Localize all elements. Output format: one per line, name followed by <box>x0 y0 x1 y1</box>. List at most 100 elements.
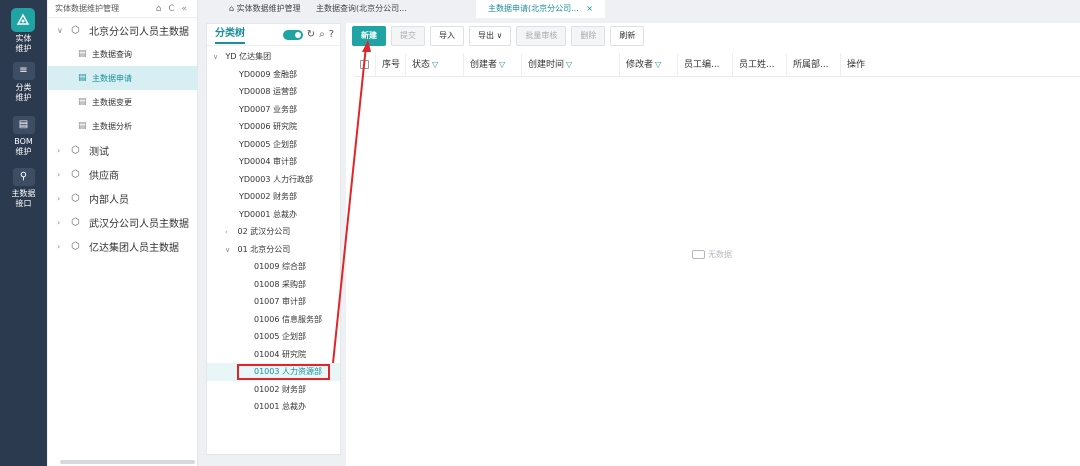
tree-body: ∨ YD 亿达集团 YD0009 金融部 YD0008 运营部 YD0007 业务部… <box>207 46 340 416</box>
tab-label: 实体数据维护管理 <box>236 4 301 13</box>
filter-icon[interactable]: ▽ <box>655 60 661 69</box>
rail-label: 实体 维护 <box>15 34 32 53</box>
col-index[interactable]: 序号 <box>376 52 406 77</box>
app-logo-icon[interactable] <box>11 8 35 32</box>
tree-node-yd-dept[interactable]: YD0008 运营部 <box>207 83 340 101</box>
close-icon[interactable]: × <box>586 4 593 13</box>
refresh-icon[interactable]: ↻ <box>307 29 315 40</box>
tree-node-label: YD0002 财务部 <box>239 192 297 201</box>
submit-button[interactable]: 提交 <box>391 26 425 46</box>
search-icon[interactable]: ⌕ <box>319 29 325 40</box>
chevron-right-icon: › <box>57 169 61 179</box>
doc-icon: ▤ <box>78 121 87 131</box>
chevron-down-icon: ∨ <box>496 31 503 40</box>
nav-sub-label: 主数据分析 <box>92 121 132 131</box>
nav-group-internal[interactable]: › ⬡ 内部人员 <box>48 186 197 210</box>
tree-title[interactable]: 分类树 <box>215 26 245 44</box>
rail-master-data-interface[interactable]: ⚲ 主数据 接口 <box>0 168 47 209</box>
col-department[interactable]: 所属部... <box>787 52 841 77</box>
tree-node-bj-dept[interactable]: 01004 研究院 <box>207 346 340 364</box>
new-button[interactable]: 新建 <box>352 26 386 46</box>
tree-toggle[interactable] <box>282 29 303 40</box>
col-modifier[interactable]: 修改者 ▽ <box>620 52 678 77</box>
nav-title: 实体数据维护管理 <box>55 4 119 13</box>
tree-node-yd-dept[interactable]: YD0004 审计部 <box>207 153 340 171</box>
tree-node-yd-dept[interactable]: YD0009 金融部 <box>207 66 340 84</box>
tree-node-label: YD0009 金融部 <box>239 69 297 79</box>
tree-node-wuhan[interactable]: › 02 武汉分公司 <box>207 223 340 241</box>
nav-group-wuhan[interactable]: › ⬡ 武汉分公司人员主数据 <box>48 210 197 234</box>
nav-sub-analysis[interactable]: ▤ 主数据分析 <box>48 114 197 138</box>
nav-sub-query[interactable]: ▤ 主数据查询 <box>48 42 197 66</box>
doc-icon: ▤ <box>78 97 87 107</box>
nav-sub-label: 主数据申请 <box>92 73 132 83</box>
delete-button[interactable]: 删除 <box>571 26 606 46</box>
select-all-checkbox[interactable] <box>360 59 369 69</box>
chevron-right-icon: › <box>225 228 228 236</box>
refresh-button[interactable]: 刷新 <box>610 26 645 46</box>
rail-bom-maintenance[interactable]: ▤ BOM 维护 <box>0 116 47 157</box>
filter-icon[interactable]: ▽ <box>499 60 505 69</box>
tab-master-query[interactable]: 主数据查询(北京分公司... <box>316 0 407 18</box>
help-icon[interactable]: ? <box>329 29 334 40</box>
filter-icon[interactable]: ▽ <box>566 60 572 69</box>
nav-group-supplier[interactable]: › ⬡ 供应商 <box>48 162 197 186</box>
cube-icon: ⬡ <box>71 24 80 36</box>
col-created-time[interactable]: 创建时间 ▽ <box>522 52 620 77</box>
tree-node-root[interactable]: ∨ YD 亿达集团 <box>207 48 340 66</box>
toolbar: 新建 提交 导入 导出 ∨ 批量审核 删除 刷新 <box>346 23 1080 49</box>
nav-group-beijing[interactable]: ∨ ⬡ 北京分公司人员主数据 <box>48 18 197 42</box>
cube-icon: ⬡ <box>71 240 80 252</box>
tree-node-bj-dept[interactable]: 01002 财务部 <box>207 381 340 399</box>
select-all-checkbox-cell[interactable] <box>354 52 376 77</box>
tree-node-bj-dept[interactable]: 01005 企划部 <box>207 328 340 346</box>
col-employee-no[interactable]: 员工编... <box>678 52 733 77</box>
export-button[interactable]: 导出 ∨ <box>469 26 512 46</box>
tab-label: 主数据查询(北京分公司... <box>316 4 407 13</box>
nav-tools[interactable]: ⌂ C « <box>156 4 189 14</box>
tree-node-beijing[interactable]: ∨ 01 北京分公司 <box>207 241 340 259</box>
tree-node-label: 01006 信息服务部 <box>254 314 322 324</box>
nav-sub-change[interactable]: ▤ 主数据变更 <box>48 90 197 114</box>
cube-icon: ⬡ <box>71 192 80 204</box>
rail-label: BOM 维护 <box>14 137 33 156</box>
import-button[interactable]: 导入 <box>430 26 464 46</box>
col-creator[interactable]: 创建者 ▽ <box>464 52 522 77</box>
tree-node-yd-dept[interactable]: YD0003 人力行政部 <box>207 171 340 189</box>
tab-master-apply[interactable]: 主数据申请(北京分公司... × <box>476 0 605 18</box>
tree-node-label: YD0006 研究院 <box>239 122 297 131</box>
batch-approve-button[interactable]: 批量审核 <box>516 26 567 46</box>
tab-bar: ⌂ 实体数据维护管理 主数据查询(北京分公司... 主数据申请(北京分公司...… <box>199 0 1080 18</box>
tree-node-yd-dept[interactable]: YD0007 业务部 <box>207 101 340 119</box>
nav-group-test[interactable]: › ⬡ 测试 <box>48 138 197 162</box>
plug-icon: ⚲ <box>12 168 35 186</box>
chevron-down-icon: ∨ <box>225 245 231 254</box>
tree-node-yd-dept[interactable]: YD0002 财务部 <box>207 188 340 206</box>
rail-label: 分类 维护 <box>15 83 32 102</box>
tree-node-yd-dept[interactable]: YD0005 企划部 <box>207 136 340 154</box>
tree-node-yd-dept[interactable]: YD0001 总裁办 <box>207 206 340 224</box>
tree-node-bj-dept[interactable]: 01001 总裁办 <box>207 398 340 416</box>
rail-entity-maintenance[interactable]: 实体 维护 <box>0 34 47 54</box>
col-label: 所属部... <box>793 59 829 70</box>
col-employee-name[interactable]: 员工姓... <box>733 52 787 77</box>
nav-group-label: 内部人员 <box>89 194 129 206</box>
col-status[interactable]: 状态 ▽ <box>406 52 464 77</box>
filter-icon[interactable]: ▽ <box>432 60 438 69</box>
tree-node-bj-dept[interactable]: 01006 信息服务部 <box>207 311 340 329</box>
tab-entity-management[interactable]: ⌂ 实体数据维护管理 <box>229 0 301 18</box>
tree-node-bj-dept[interactable]: 01008 采购部 <box>207 276 340 294</box>
rail-category-maintenance[interactable]: ≡ 分类 维护 <box>0 62 47 103</box>
tree-node-label: 01009 综合部 <box>254 262 306 271</box>
tree-node-bj-dept[interactable]: 01007 审计部 <box>207 293 340 311</box>
tree-node-label: 01008 采购部 <box>254 279 306 289</box>
tree-node-label: YD0004 审计部 <box>239 157 297 166</box>
tree-node-bj-dept[interactable]: 01009 综合部 <box>207 258 340 276</box>
nav-group-yida[interactable]: › ⬡ 亿达集团人员主数据 <box>48 234 197 258</box>
nav-group-label: 北京分公司人员主数据 <box>89 26 189 38</box>
tree-node-label: YD 亿达集团 <box>225 52 272 61</box>
nav-sub-apply[interactable]: ▤ 主数据申请 <box>48 66 197 90</box>
nav-scrollbar[interactable] <box>60 460 195 464</box>
tree-node-yd-dept[interactable]: YD0006 研究院 <box>207 118 340 136</box>
col-label: 状态 <box>412 59 431 70</box>
